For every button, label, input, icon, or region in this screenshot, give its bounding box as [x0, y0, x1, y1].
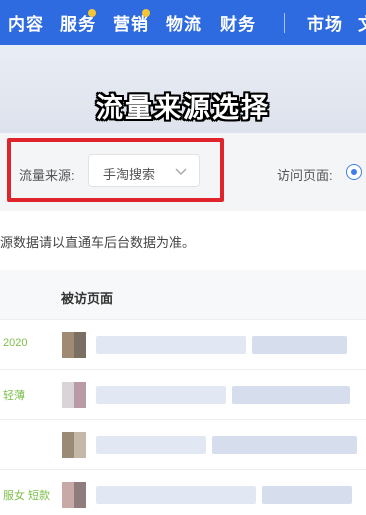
product-thumbnail	[62, 432, 86, 458]
top-navigation: 内容 服务 营销 物流 财务 市场 文	[0, 0, 366, 45]
nav-item-content[interactable]: 内容	[8, 10, 44, 35]
traffic-source-select[interactable]: 手淘搜索	[88, 154, 200, 187]
data-table: 被访页面 2020 轻薄 服女 短款	[0, 270, 366, 515]
row-text: 服女 短款	[3, 490, 51, 502]
blurred-title	[96, 386, 226, 404]
nav-item-finance[interactable]: 财务	[220, 10, 256, 35]
nav-divider	[284, 13, 285, 33]
row-text: 轻薄	[3, 390, 25, 402]
blurred-title-end	[252, 336, 347, 354]
table-header: 被访页面	[0, 270, 366, 320]
product-thumbnail	[62, 332, 86, 358]
nav-item-partial[interactable]: 文	[358, 10, 366, 35]
nav-item-market[interactable]: 市场	[307, 10, 343, 35]
blurred-title	[96, 486, 256, 504]
blurred-title-end	[232, 386, 350, 404]
product-thumbnail	[62, 482, 86, 508]
blurred-title-end	[262, 486, 352, 504]
blurred-title	[96, 436, 206, 454]
row-text: 2020	[3, 337, 28, 349]
table-row[interactable]: 2020	[0, 320, 366, 370]
blurred-title-end	[212, 436, 357, 454]
banner-title: 流量来源选择	[96, 93, 270, 123]
notice-text: 源数据请以直通车后台数据为准。	[0, 235, 196, 250]
product-thumbnail	[62, 382, 86, 408]
chevron-down-icon	[175, 164, 187, 182]
visit-page-label: 访问页面:	[277, 168, 333, 183]
traffic-source-label: 流量来源:	[19, 168, 75, 183]
table-row[interactable]: 服女 短款	[0, 470, 366, 515]
table-row[interactable]: 轻薄	[0, 370, 366, 420]
blurred-title	[96, 336, 246, 354]
column-header-visited-page: 被访页面	[61, 291, 114, 306]
traffic-source-value: 手淘搜索	[103, 167, 156, 182]
marketing-notification-dot	[142, 9, 150, 17]
nav-item-logistics[interactable]: 物流	[166, 10, 202, 35]
service-notification-dot	[88, 9, 96, 17]
table-row[interactable]	[0, 420, 366, 470]
radio-icon[interactable]	[346, 164, 362, 180]
